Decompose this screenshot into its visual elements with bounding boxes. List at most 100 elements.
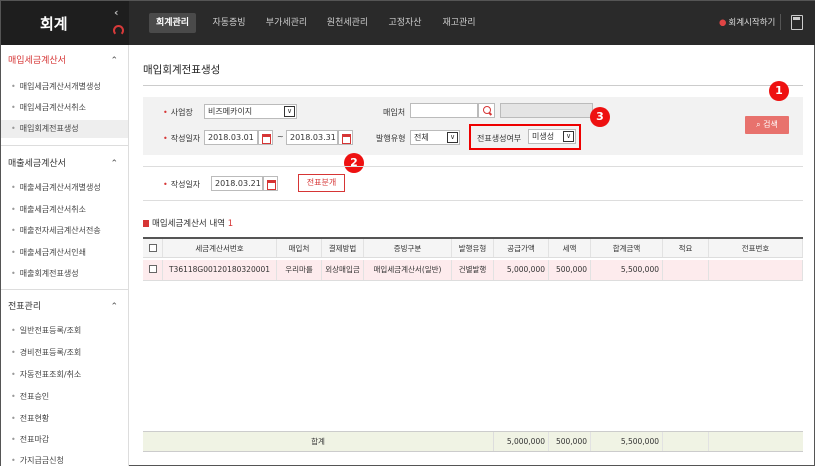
- cell-tax: 500,000: [549, 260, 591, 280]
- sidebar-item-voucher-status[interactable]: 전표현황: [1, 410, 128, 428]
- total-memo: [663, 432, 709, 451]
- chevron-down-icon: ∨: [447, 132, 458, 143]
- date-separator: ~: [277, 132, 284, 141]
- sidebar-section-label: 매입세금계산서: [8, 56, 66, 66]
- sidebar-item-auto-voucher[interactable]: 자동전표조회/취소: [1, 366, 128, 384]
- callout-badge-3: 3: [590, 107, 610, 127]
- total-sum: 5,500,000: [591, 432, 663, 451]
- chevron-down-icon: ∨: [563, 131, 574, 142]
- top-divider: [780, 14, 781, 30]
- voucher-status-select[interactable]: 미생성 ∨: [528, 129, 576, 144]
- split-date-input[interactable]: 2018.03.21: [211, 176, 263, 191]
- collapse-sidebar-icon[interactable]: ‹: [114, 6, 119, 19]
- info-icon: ●: [719, 18, 727, 28]
- calendar-icon[interactable]: [258, 130, 273, 145]
- sidebar-section-voucher[interactable]: 전표관리 ⌃: [1, 296, 128, 318]
- callout-badge-1: 1: [769, 81, 789, 101]
- chevron-up-icon: ⌃: [110, 56, 118, 66]
- tab-accounting[interactable]: 회계관리: [149, 13, 196, 33]
- cell-sum: 5,500,000: [591, 260, 663, 280]
- workplace-value: 비즈메카이지: [208, 107, 253, 116]
- total-tax: 500,000: [549, 432, 591, 451]
- table-total-row: 합계 5,000,000 500,000 5,500,000: [143, 431, 803, 452]
- sidebar-item-sales-send[interactable]: 매출전자세금계산서전송: [1, 222, 128, 240]
- col-tax[interactable]: 세액: [549, 239, 591, 257]
- select-all-checkbox[interactable]: [148, 244, 157, 252]
- sidebar-item-sales-create[interactable]: 매출세금계산서개별생성: [1, 179, 128, 197]
- calendar-icon[interactable]: [338, 130, 353, 145]
- callout-badge-2: 2: [344, 153, 364, 173]
- date-to-input[interactable]: 2018.03.31: [286, 130, 338, 145]
- sidebar-item-expense-voucher[interactable]: 경비전표등록/조회: [1, 344, 128, 362]
- total-label: 합계: [143, 432, 494, 451]
- sidebar-divider: [1, 145, 128, 146]
- sidebar-section-purchase-invoice[interactable]: 매입세금계산서 ⌃: [1, 50, 128, 72]
- sidebar: 매입세금계산서⌃ 매입세금계산서개별생성 매입세금계산서취소 매입회계전표생성 …: [1, 45, 129, 466]
- select-all-checkbox-cell[interactable]: [143, 239, 163, 257]
- sidebar-item-voucher-approve[interactable]: 전표승인: [1, 388, 128, 406]
- issue-type-select[interactable]: 전체 ∨: [410, 130, 460, 145]
- col-evidence[interactable]: 증빙구분: [364, 239, 452, 257]
- workplace-select[interactable]: 비즈메카이지 ∨: [204, 104, 297, 119]
- sidebar-section-label: 매출세금계산서: [8, 159, 66, 169]
- issue-type-label: 발행유형: [376, 134, 406, 143]
- table-row[interactable]: T36118G00120180320001 우리마를 외상매입금 매입세금계산서…: [143, 260, 803, 281]
- chevron-down-icon: ∨: [284, 106, 295, 117]
- tab-fixed-assets[interactable]: 고정자산: [381, 13, 429, 33]
- sidebar-section-label: 전표관리: [8, 302, 42, 312]
- sidebar-item-purchase-voucher[interactable]: 매입회계전표생성: [1, 120, 128, 138]
- split-date-label: 작성일자: [163, 179, 200, 190]
- sidebar-item-voucher-close[interactable]: 전표마감: [1, 431, 128, 449]
- sidebar-item-sales-cancel[interactable]: 매출세금계산서취소: [1, 201, 128, 219]
- sidebar-section-sales-invoice[interactable]: 매출세금계산서 ⌃: [1, 153, 128, 175]
- cell-evidence: 매입세금계산서(일반): [364, 260, 452, 280]
- vendor-input[interactable]: [410, 103, 478, 118]
- sidebar-item-sales-voucher[interactable]: 매출회계전표생성: [1, 265, 128, 283]
- section-divider: [143, 166, 803, 167]
- workplace-label: 사업장: [163, 107, 193, 118]
- tab-withholding[interactable]: 원천세관리: [320, 13, 375, 33]
- col-vendor[interactable]: 매입처: [277, 239, 322, 257]
- tab-vat[interactable]: 부가세관리: [259, 13, 314, 33]
- start-accounting-link[interactable]: ● 회계시작하기: [719, 16, 775, 28]
- vendor-search-icon[interactable]: [478, 103, 495, 118]
- row-checkbox-cell[interactable]: [143, 260, 163, 280]
- col-issue-type[interactable]: 발행유형: [452, 239, 494, 257]
- col-voucher-no[interactable]: 전표번호: [709, 239, 803, 257]
- voucher-split-button[interactable]: 전표분개: [298, 174, 345, 192]
- sidebar-item-general-voucher[interactable]: 일반전표등록/조회: [1, 322, 128, 340]
- col-payment[interactable]: 결제방법: [322, 239, 364, 257]
- date-from-input[interactable]: 2018.03.01: [204, 130, 258, 145]
- start-accounting-label: 회계시작하기: [728, 18, 776, 28]
- cell-voucher-no: [709, 260, 803, 280]
- sidebar-item-purchase-cancel[interactable]: 매입세금계산서취소: [1, 99, 128, 117]
- sidebar-item-purchase-create[interactable]: 매입세금계산서개별생성: [1, 78, 128, 96]
- cell-issue-type: 건별발행: [452, 260, 494, 280]
- cell-vendor: 우리마를: [277, 260, 322, 280]
- calendar-icon[interactable]: [263, 176, 278, 191]
- app-logo[interactable]: 회계 ‹: [1, 1, 129, 45]
- row-checkbox[interactable]: [148, 265, 157, 273]
- cell-supply: 5,000,000: [494, 260, 549, 280]
- col-invoice-no[interactable]: 세금계산서번호: [163, 239, 277, 257]
- search-button[interactable]: ⌕ 검색: [745, 116, 789, 134]
- title-divider: [143, 85, 803, 86]
- col-sum[interactable]: 합계금액: [591, 239, 663, 257]
- voucher-status-label: 전표생성여부: [477, 134, 522, 143]
- total-voucher-no: [709, 432, 803, 451]
- sidebar-item-advance-request[interactable]: 가지급금신청: [1, 452, 128, 466]
- section-count: 1: [227, 219, 234, 229]
- calculator-icon[interactable]: [791, 15, 803, 30]
- search-button-label: 검색: [763, 120, 778, 129]
- tab-inventory[interactable]: 재고관리: [435, 13, 483, 33]
- col-memo[interactable]: 적요: [663, 239, 709, 257]
- cell-memo: [663, 260, 709, 280]
- sidebar-item-sales-print[interactable]: 매출세금계산서인쇄: [1, 244, 128, 262]
- tab-auto-evidence[interactable]: 자동증빙: [204, 13, 254, 33]
- col-supply[interactable]: 공급가액: [494, 239, 549, 257]
- section-divider: [143, 200, 803, 201]
- section-bullet-icon: [143, 220, 149, 227]
- top-bar: 회계 ‹ 회계관리 자동증빙 부가세관리 원천세관리 고정자산 재고관리 ● 회계…: [1, 1, 815, 45]
- voucher-status-value: 미생성: [532, 132, 555, 141]
- help-bulb-icon[interactable]: [113, 25, 124, 36]
